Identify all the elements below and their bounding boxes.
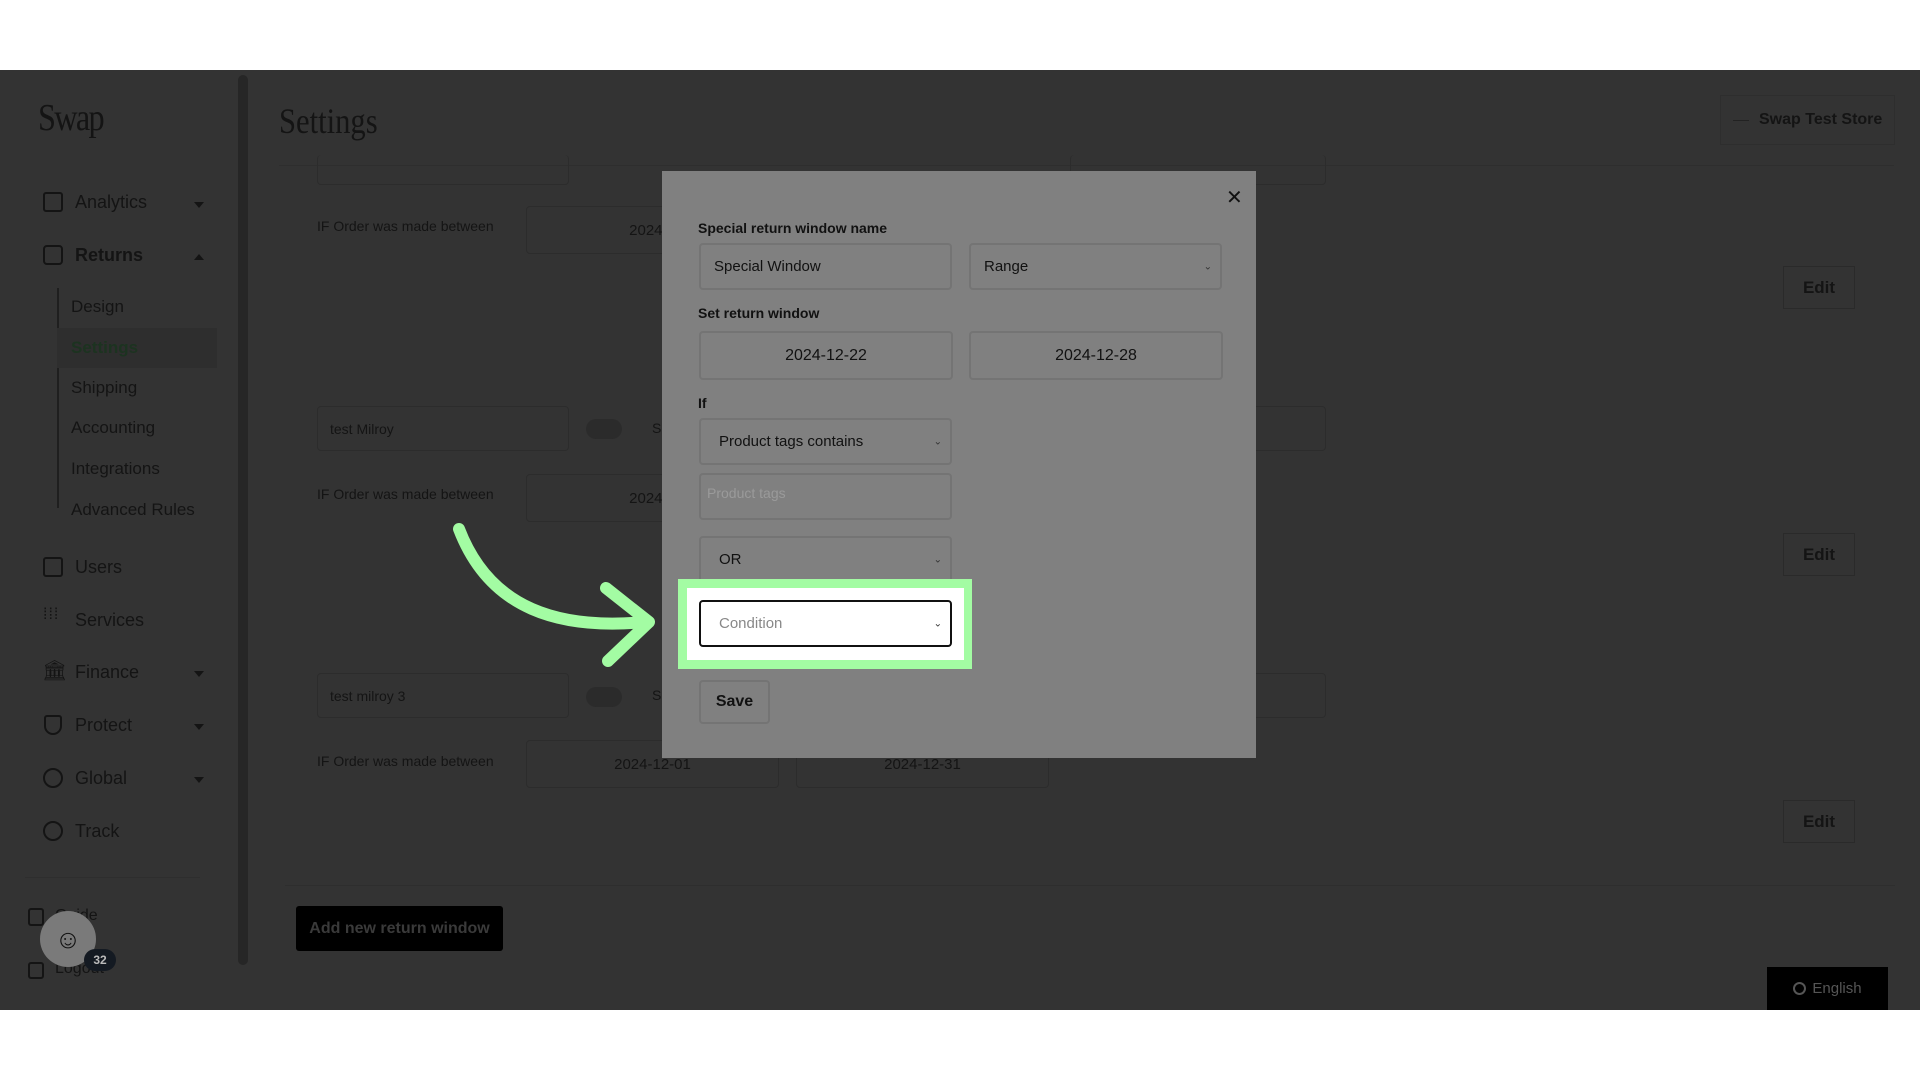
arrow-curve: [453, 523, 651, 630]
annotation-arrow: [453, 523, 655, 667]
